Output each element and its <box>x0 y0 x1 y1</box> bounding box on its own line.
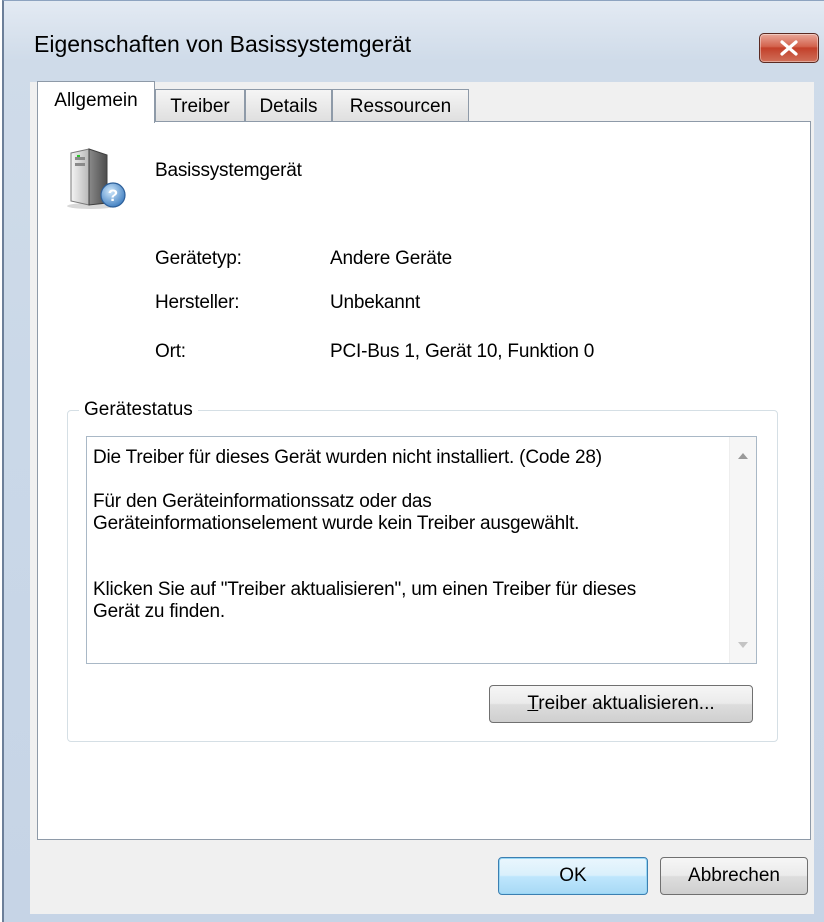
device-type-value: Andere Geräte <box>330 248 453 269</box>
svg-text:?: ? <box>108 186 118 205</box>
device-type-label: Gerätetyp: <box>155 248 242 269</box>
tab-ressourcen[interactable]: Ressourcen <box>332 89 469 123</box>
tab-treiber[interactable]: Treiber <box>155 89 245 123</box>
location-value: PCI-Bus 1, Gerät 10, Funktion 0 <box>330 341 595 362</box>
cancel-button[interactable]: Abbrechen <box>660 857 808 895</box>
tab-details[interactable]: Details <box>245 89 332 123</box>
scroll-down-icon[interactable] <box>738 642 748 649</box>
device-status-text: Die Treiber für dieses Gerät wurden nich… <box>93 447 637 622</box>
device-name: Basissystemgerät <box>155 160 302 181</box>
device-status-label: Gerätestatus <box>79 399 198 421</box>
update-driver-label: reiber aktualisieren... <box>538 693 715 714</box>
location-label: Ort: <box>155 341 186 362</box>
device-status-textbox[interactable]: Die Treiber für dieses Gerät wurden nich… <box>86 436 757 664</box>
close-button[interactable] <box>759 33 819 63</box>
update-driver-mnemonic: T <box>527 693 539 714</box>
manufacturer-value: Unbekannt <box>330 292 421 313</box>
unknown-device-icon: ? <box>67 148 126 209</box>
tab-allgemein[interactable]: Allgemein <box>37 81 155 123</box>
title-bar[interactable]: Eigenschaften von Basissystemgerät <box>4 1 824 71</box>
window-title: Eigenschaften von Basissystemgerät <box>34 31 412 57</box>
update-driver-button[interactable]: Treiber aktualisieren... <box>489 685 753 723</box>
close-icon <box>780 40 798 56</box>
manufacturer-label: Hersteller: <box>155 292 240 313</box>
scroll-up-icon[interactable] <box>738 452 748 459</box>
ok-button[interactable]: OK <box>498 857 648 895</box>
status-scrollbar[interactable] <box>729 437 756 663</box>
